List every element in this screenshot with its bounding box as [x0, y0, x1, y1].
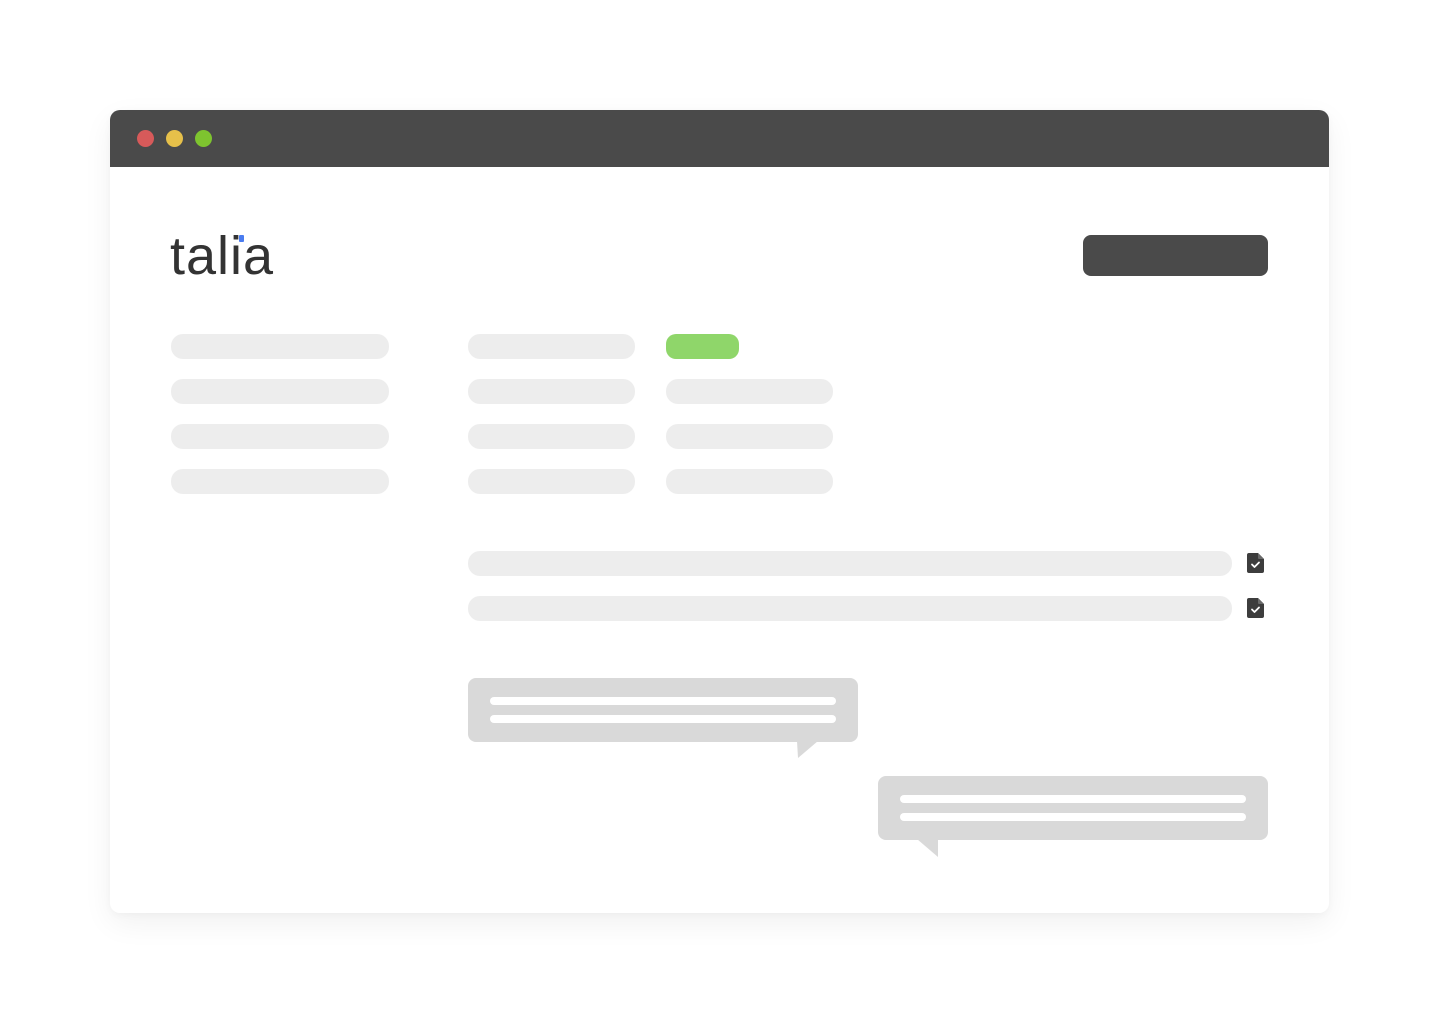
detail-label-placeholder [468, 469, 635, 494]
document-check-icon[interactable] [1247, 553, 1264, 573]
logo-accent-mark [239, 235, 244, 242]
message-text-placeholder [490, 697, 836, 705]
close-window-button[interactable] [137, 130, 154, 147]
document-row-placeholder[interactable] [468, 596, 1232, 621]
bubble-tail [797, 741, 818, 758]
brand-logo: talia [170, 226, 275, 286]
detail-label-placeholder [468, 334, 635, 359]
detail-value-placeholder [666, 379, 833, 404]
detail-label-placeholder [468, 379, 635, 404]
sidebar-placeholder-item[interactable] [171, 424, 389, 449]
chat-reply-bubble [878, 776, 1268, 840]
status-badge [666, 334, 739, 359]
detail-value-placeholder [666, 424, 833, 449]
message-text-placeholder [490, 715, 836, 723]
message-text-placeholder [900, 813, 1246, 821]
detail-label-placeholder [468, 424, 635, 449]
detail-value-placeholder [666, 469, 833, 494]
bubble-tail [917, 839, 938, 857]
message-text-placeholder [900, 795, 1246, 803]
sidebar-placeholder-item[interactable] [171, 469, 389, 494]
window-titlebar [110, 110, 1329, 167]
minimize-window-button[interactable] [166, 130, 183, 147]
zoom-window-button[interactable] [195, 130, 212, 147]
header-action-button[interactable] [1083, 235, 1268, 276]
document-check-icon[interactable] [1247, 598, 1264, 618]
document-row-placeholder[interactable] [468, 551, 1232, 576]
chat-message-bubble [468, 678, 858, 742]
sidebar-placeholder-item[interactable] [171, 334, 389, 359]
sidebar-placeholder-item[interactable] [171, 379, 389, 404]
